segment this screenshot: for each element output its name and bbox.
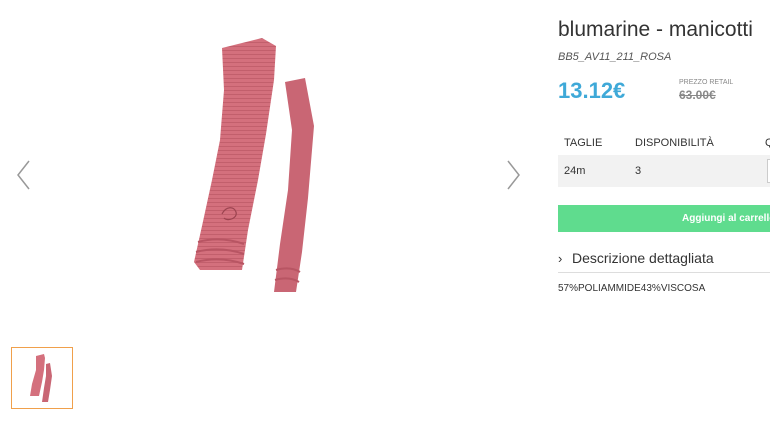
product-details: blumarine - manicotti BB5_AV11_211_ROSA … <box>558 0 770 426</box>
retail-price-label: PREZZO RETAIL <box>679 79 734 86</box>
size-table-header: TAGLIE DISPONIBILITÀ Q <box>558 137 770 153</box>
size-value: 24m <box>564 165 586 177</box>
product-gallery <box>0 0 540 426</box>
add-to-cart-label: Aggiungi al carrello <box>682 213 770 224</box>
product-main-image <box>180 30 360 320</box>
add-to-cart-button[interactable]: Aggiungi al carrello <box>558 205 770 232</box>
header-quantity: Q <box>765 137 770 149</box>
previous-image-arrow-icon[interactable] <box>14 158 34 192</box>
next-image-arrow-icon[interactable] <box>503 158 523 192</box>
size-table: TAGLIE DISPONIBILITÀ Q 24m 3 <box>558 137 770 187</box>
description-text: 57%POLIAMMIDE43%VISCOSA <box>558 283 706 294</box>
availability-value: 3 <box>635 165 642 177</box>
product-price: 13.12€ <box>558 78 626 103</box>
product-title: blumarine - manicotti <box>558 18 753 41</box>
divider <box>558 272 770 273</box>
retail-price: 63.00€ <box>679 88 716 102</box>
table-row: 24m 3 <box>558 155 770 187</box>
product-sku: BB5_AV11_211_ROSA <box>558 51 672 63</box>
description-toggle[interactable]: › Descrizione dettagliata <box>558 250 714 266</box>
header-sizes: TAGLIE <box>564 137 603 149</box>
product-thumbnail[interactable] <box>11 347 73 409</box>
chevron-right-icon: › <box>558 251 563 266</box>
header-availability: DISPONIBILITÀ <box>635 137 714 149</box>
description-toggle-label: Descrizione dettagliata <box>572 250 714 266</box>
